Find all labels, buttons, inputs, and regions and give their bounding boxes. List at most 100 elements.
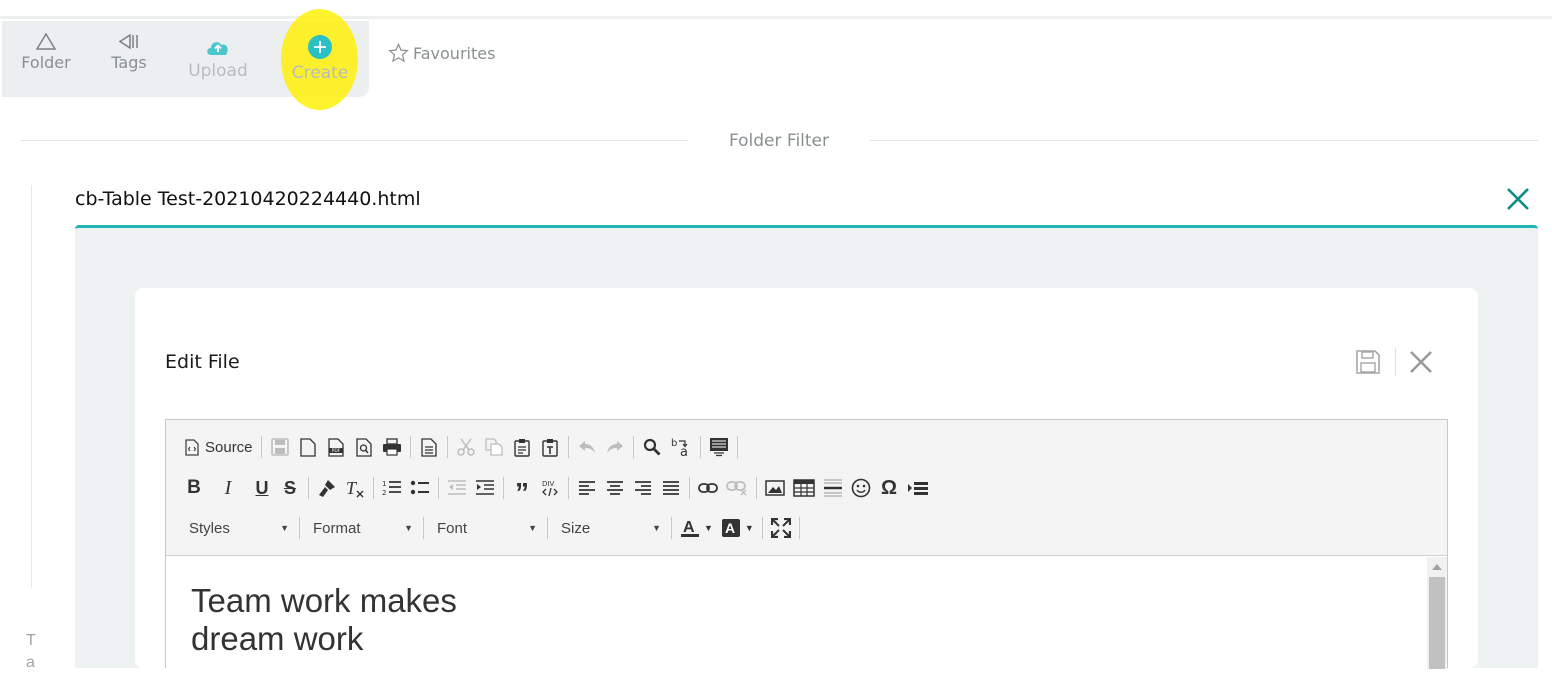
close-editor-icon[interactable] <box>1408 349 1434 375</box>
decrease-indent-button[interactable] <box>443 474 471 502</box>
font-label: Font <box>437 519 468 537</box>
copy-format-button[interactable] <box>313 474 341 502</box>
toolbar-separator <box>699 436 701 458</box>
paste-icon <box>513 438 531 457</box>
format-dropdown[interactable]: Format ▼ <box>304 514 419 542</box>
select-all-button[interactable] <box>705 433 733 461</box>
div-icon: DIV <box>540 478 560 498</box>
folder-button[interactable]: Folder <box>14 33 78 72</box>
source-icon <box>184 438 200 456</box>
toolbar-separator <box>671 517 672 539</box>
div-container-button[interactable]: DIV <box>536 474 564 502</box>
favourites-link[interactable]: Favourites <box>388 43 495 63</box>
preview-button[interactable] <box>350 433 378 461</box>
editor-scrollbar[interactable] <box>1427 557 1447 669</box>
paste-text-button[interactable] <box>536 433 564 461</box>
edit-file-title: Edit File <box>165 351 240 373</box>
close-file-button[interactable] <box>1505 186 1531 212</box>
editor-toolbar: Source PDF ba B I U S T 1 2 ” DIV Ω Styl… <box>166 420 1447 556</box>
underline-icon: U <box>255 477 269 498</box>
format-label: Format <box>313 519 361 537</box>
background-color-icon: A <box>721 518 741 538</box>
bulleted-list-icon <box>410 479 430 497</box>
maximize-button[interactable] <box>767 514 795 542</box>
chevron-down-icon: ▼ <box>528 523 537 533</box>
toolbar-separator <box>756 477 757 499</box>
horizontal-rule-button[interactable] <box>819 474 847 502</box>
unlink-button[interactable] <box>722 474 752 502</box>
align-center-icon <box>606 480 624 496</box>
create-button[interactable]: Create <box>282 35 358 83</box>
toolbar-separator <box>547 517 548 539</box>
align-center-button[interactable] <box>601 474 629 502</box>
upload-button[interactable]: Upload <box>180 37 256 81</box>
folder-filter-toggle[interactable]: Folder Filter <box>700 131 858 151</box>
templates-icon <box>420 437 437 457</box>
strikethrough-button[interactable]: S <box>276 474 304 502</box>
horizontal-rule-icon <box>823 478 843 498</box>
templates-button[interactable] <box>415 433 443 461</box>
card-icons-separator <box>1395 348 1396 376</box>
undo-button[interactable] <box>573 433 601 461</box>
size-label: Size <box>561 519 591 537</box>
align-left-button[interactable] <box>573 474 601 502</box>
replace-icon: ba <box>670 437 692 457</box>
chevron-down-icon: ▼ <box>704 523 713 533</box>
svg-text:DIV: DIV <box>542 480 554 488</box>
close-icon <box>1505 186 1531 212</box>
cut-button[interactable] <box>452 433 480 461</box>
remove-format-icon: T <box>345 478 365 498</box>
omega-icon: Ω <box>880 476 898 499</box>
export-pdf-button[interactable]: PDF <box>322 433 350 461</box>
remove-format-button[interactable]: T <box>341 474 369 502</box>
numbered-list-button[interactable]: 12 <box>378 474 406 502</box>
table-icon <box>793 479 815 497</box>
smiley-icon <box>851 478 871 498</box>
toolbar-separator <box>567 436 569 458</box>
star-icon <box>388 43 409 63</box>
align-left-icon <box>578 480 596 496</box>
table-button[interactable] <box>789 474 819 502</box>
bold-button[interactable]: B <box>180 474 208 502</box>
bold-icon: B <box>187 477 201 498</box>
scroll-up-arrow[interactable] <box>1432 564 1442 570</box>
save-icon[interactable] <box>1355 349 1381 375</box>
underline-button[interactable]: U <box>248 474 276 502</box>
source-button[interactable]: Source <box>180 433 257 461</box>
brush-icon <box>317 478 337 498</box>
copy-button[interactable] <box>480 433 508 461</box>
image-button[interactable] <box>761 474 789 502</box>
save-doc-button[interactable] <box>266 433 294 461</box>
styles-dropdown[interactable]: Styles ▼ <box>180 514 295 542</box>
blockquote-button[interactable]: ” <box>508 474 536 507</box>
print-button[interactable] <box>378 433 406 461</box>
find-button[interactable] <box>638 433 666 461</box>
paste-button[interactable] <box>508 433 536 461</box>
link-button[interactable] <box>694 474 722 502</box>
increase-indent-button[interactable] <box>471 474 499 502</box>
size-dropdown[interactable]: Size ▼ <box>552 514 667 542</box>
italic-button[interactable]: I <box>214 474 242 502</box>
smiley-button[interactable] <box>847 474 875 502</box>
undo-icon <box>578 440 596 454</box>
align-right-button[interactable] <box>629 474 657 502</box>
toolbar-separator <box>438 477 439 499</box>
scrollbar-thumb[interactable] <box>1429 577 1445 669</box>
toolbar-row-1: Source PDF ba <box>180 431 742 463</box>
tags-button[interactable]: Tags <box>100 33 158 72</box>
special-char-button[interactable]: Ω <box>875 474 903 502</box>
tags-icon <box>100 33 158 50</box>
pdf-icon: PDF <box>327 437 345 457</box>
editor-content-area[interactable]: Team work makes dream work <box>166 557 1426 669</box>
replace-button[interactable]: ba <box>666 433 696 461</box>
background-color-button[interactable]: A ▼ <box>717 514 758 542</box>
bulleted-list-button[interactable] <box>406 474 434 502</box>
text-color-button[interactable]: A ▼ <box>676 514 717 542</box>
chevron-down-icon: ▼ <box>744 523 754 533</box>
font-dropdown[interactable]: Font ▼ <box>428 514 543 542</box>
page-break-button[interactable] <box>903 474 933 502</box>
new-page-button[interactable] <box>294 433 322 461</box>
toolbar-separator <box>761 517 763 539</box>
redo-button[interactable] <box>601 433 629 461</box>
justify-button[interactable] <box>657 474 685 502</box>
